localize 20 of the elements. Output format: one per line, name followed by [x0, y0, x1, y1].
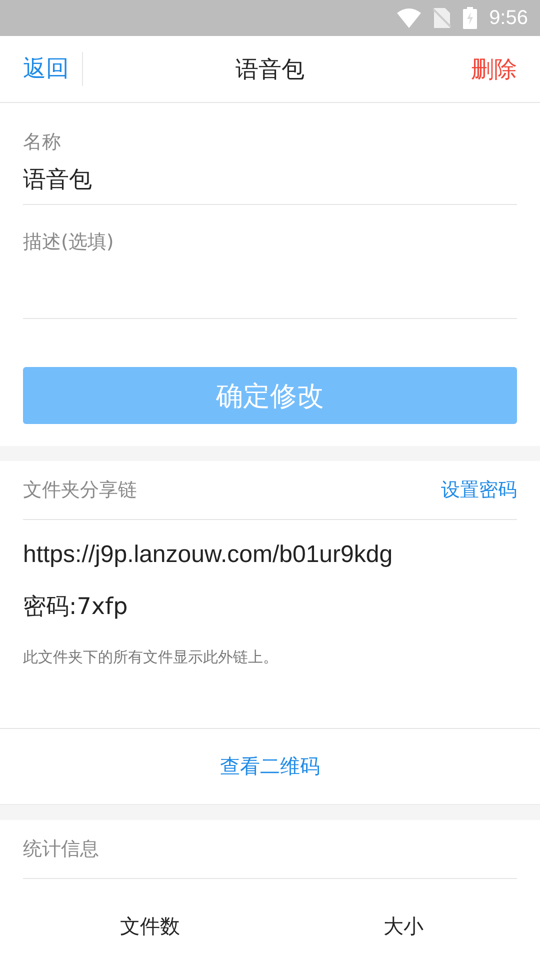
share-url: https://j9p.lanzouw.com/b01ur9kdg [23, 540, 394, 570]
confirm-button[interactable]: 确定修改 [23, 367, 517, 424]
page-title: 语音包 [236, 56, 304, 82]
input-field[interactable]: 语音包 [23, 155, 517, 205]
section-title: 文件夹分享链 [23, 478, 137, 503]
section-title: 统计信息 [23, 837, 99, 862]
back-button[interactable]: 返回 [0, 52, 83, 86]
stat-label: 文件数 [118, 913, 181, 940]
hint-text: 此文件夹下的所有文件显示此外链上。 [23, 648, 279, 667]
view-qr-code-button[interactable]: 查看二维码 [220, 753, 320, 780]
stat-label: 大小 [382, 913, 424, 940]
delete-button[interactable]: 删除 [471, 54, 517, 84]
password-text: 密码:7xfp [23, 593, 129, 622]
battery-charging-icon [463, 7, 478, 29]
wifi-icon [397, 8, 422, 28]
field-label: 名称 [23, 130, 62, 155]
clock-time: 9:56 [489, 6, 528, 30]
set-password-link[interactable]: 设置密码 [441, 477, 517, 503]
field-label: 描述(选填) [23, 230, 115, 255]
no-sim-icon [433, 8, 452, 28]
